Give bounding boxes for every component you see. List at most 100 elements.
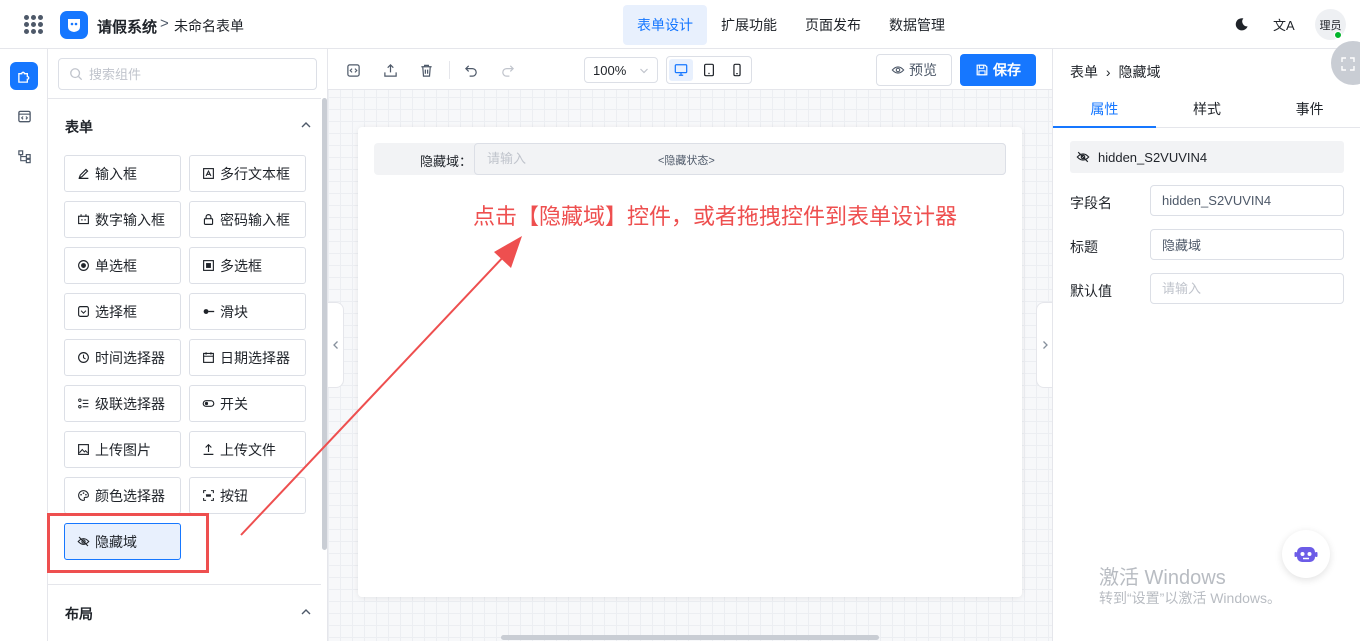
component-button[interactable]: 开关 <box>189 385 306 422</box>
component-label: 多选框 <box>220 257 262 274</box>
hidden-field-input[interactable]: 请输入 <box>474 143 1006 175</box>
search-icon <box>70 68 83 81</box>
app-name[interactable]: 请假系统 <box>97 16 157 37</box>
device-mobile[interactable] <box>725 59 749 81</box>
field-name-input[interactable] <box>1150 185 1344 216</box>
slider-icon <box>201 305 215 319</box>
collapse-left-button[interactable] <box>328 302 344 388</box>
eye-off-icon <box>1076 151 1090 163</box>
form-canvas[interactable]: 隐藏域： 请输入 <隐藏状态> 点击【隐藏域】控件，或者拖拽控件到表单设计器 <box>358 127 1022 597</box>
component-button[interactable]: 滑块 <box>189 293 306 330</box>
lock-icon <box>201 213 215 227</box>
section-title-form: 表单 <box>65 119 93 135</box>
textarea-icon <box>201 167 215 181</box>
save-icon <box>976 64 988 76</box>
collapse-right-button[interactable] <box>1036 302 1052 388</box>
form-name[interactable]: 未命名表单 <box>174 16 244 36</box>
translate-icon[interactable]: 文A <box>1273 15 1295 34</box>
component-label: 单选框 <box>95 257 137 274</box>
component-button[interactable]: 上传图片 <box>64 431 181 468</box>
zoom-select[interactable]: 100% <box>584 57 658 83</box>
component-button[interactable]: 按钮 <box>189 477 306 514</box>
assistant-button[interactable] <box>1282 530 1330 578</box>
select-icon <box>76 305 90 319</box>
preview-button[interactable]: 预览 <box>876 54 952 86</box>
component-button[interactable]: 单选框 <box>64 247 181 284</box>
online-status-dot <box>1334 31 1342 39</box>
redo-icon <box>501 64 514 77</box>
title-input[interactable] <box>1150 229 1344 260</box>
breadcrumb-separator: › <box>1105 64 1111 80</box>
component-button[interactable]: 上传文件 <box>189 431 306 468</box>
divider <box>48 98 321 99</box>
preview-icon <box>891 66 905 74</box>
undo-icon <box>464 64 477 77</box>
device-switcher <box>666 56 752 84</box>
component-button[interactable]: 日期选择器 <box>189 339 306 376</box>
device-tablet[interactable] <box>697 59 721 81</box>
component-button[interactable]: 多行文本框 <box>189 155 306 192</box>
rail-components[interactable] <box>10 62 38 90</box>
rail-tree[interactable] <box>10 142 38 170</box>
device-desktop[interactable] <box>669 59 693 81</box>
component-label: 选择框 <box>95 303 137 320</box>
component-search[interactable] <box>58 58 317 90</box>
tab-data-management[interactable]: 数据管理 <box>875 5 959 45</box>
component-button[interactable]: 密码输入框 <box>189 201 306 238</box>
chevron-left-icon <box>332 341 338 349</box>
component-label: 按钮 <box>220 487 248 504</box>
export-button[interactable] <box>381 61 399 79</box>
component-button[interactable]: 颜色选择器 <box>64 477 181 514</box>
component-id-bar: hidden_S2VUVIN4 <box>1070 141 1344 173</box>
tab-extensions[interactable]: 扩展功能 <box>707 5 791 45</box>
button-icon <box>201 489 215 503</box>
save-button[interactable]: 保存 <box>960 54 1036 86</box>
search-input[interactable] <box>89 66 289 82</box>
undo-button[interactable] <box>462 61 480 79</box>
palette-icon <box>76 489 90 503</box>
radio-icon <box>76 259 90 273</box>
save-label: 保存 <box>993 62 1021 78</box>
tab-attributes[interactable]: 属性 <box>1053 90 1156 128</box>
breadcrumb-separator: > <box>160 15 169 32</box>
code-box-icon <box>17 110 31 122</box>
canvas-horizontal-scrollbar[interactable] <box>501 635 879 640</box>
component-label: 级联选择器 <box>95 395 165 412</box>
code-view-button[interactable] <box>344 61 362 79</box>
hidden-field-row[interactable]: 隐藏域： 请输入 <隐藏状态> <box>374 143 1006 175</box>
breadcrumb-root[interactable]: 表单 <box>1070 64 1098 80</box>
clear-button[interactable] <box>417 61 435 79</box>
preview-label: 预览 <box>909 62 937 78</box>
tab-events[interactable]: 事件 <box>1258 90 1360 127</box>
panel-scrollbar[interactable] <box>322 98 327 550</box>
chevron-right-icon <box>1042 341 1048 349</box>
code-icon <box>346 63 360 77</box>
windows-activation-title: 激活 Windows <box>1099 567 1226 589</box>
tab-page-publish[interactable]: 页面发布 <box>791 5 875 45</box>
moon-icon[interactable] <box>1234 17 1249 32</box>
component-button[interactable]: 选择框 <box>64 293 181 330</box>
component-button[interactable]: 时间选择器 <box>64 339 181 376</box>
component-button[interactable]: 输入框 <box>64 155 181 192</box>
app-grid-icon[interactable] <box>24 15 43 34</box>
field-label: 隐藏域： <box>420 154 473 169</box>
component-button[interactable]: 数字输入框 <box>64 201 181 238</box>
component-label: 上传图片 <box>95 441 151 458</box>
property-breadcrumb: 表单 › 隐藏域 <box>1070 62 1160 82</box>
eye-off-icon <box>76 535 90 549</box>
input-placeholder: 请输入 <box>487 151 527 166</box>
component-button[interactable]: 多选框 <box>189 247 306 284</box>
default-value-input[interactable] <box>1150 273 1344 304</box>
hidden-state-tag: <隐藏状态> <box>658 155 715 167</box>
tab-styles[interactable]: 样式 <box>1156 90 1259 127</box>
redo-button[interactable] <box>498 61 516 79</box>
chevron-down-icon <box>640 68 648 74</box>
top-bar: 请假系统 > 未命名表单 表单设计 扩展功能 页面发布 数据管理 文A 理员 <box>0 0 1360 49</box>
component-button[interactable]: 隐藏域 <box>64 523 181 560</box>
rail-code[interactable] <box>10 102 38 130</box>
tree-structure-icon <box>17 149 31 163</box>
chevron-up-icon[interactable] <box>300 606 312 618</box>
chevron-up-icon[interactable] <box>300 119 312 131</box>
tab-form-design[interactable]: 表单设计 <box>623 5 707 45</box>
component-button[interactable]: 级联选择器 <box>64 385 181 422</box>
